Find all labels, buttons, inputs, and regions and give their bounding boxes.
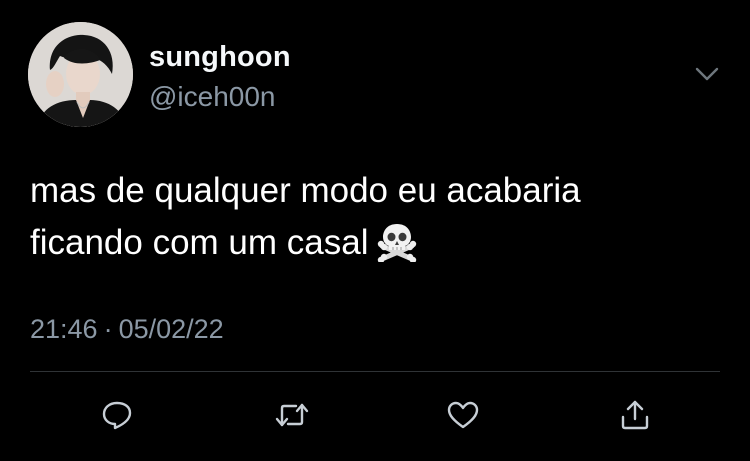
speech-bubble-icon (100, 399, 134, 436)
heart-icon (445, 399, 481, 436)
chevron-down-icon[interactable] (693, 64, 721, 84)
tweet-card: sunghoon @iceh00n mas de qualquer modo e… (0, 0, 750, 461)
tweet-time: 21:46 (30, 314, 98, 344)
tweet-text-line: ficando com um casal (30, 217, 720, 277)
tweet-text-line-content: ficando com um casal (30, 223, 369, 262)
reply-button[interactable] (92, 392, 142, 442)
retweet-icon (274, 400, 310, 435)
tweet-text: mas de qualquer modo eu acabaria ficando… (30, 165, 720, 277)
tweet-timestamp[interactable]: 21:46 · 05/02/22 (30, 312, 224, 346)
share-button[interactable] (610, 392, 660, 442)
share-icon (618, 398, 652, 437)
user-handle[interactable]: @iceh00n (149, 80, 276, 114)
skull-and-crossbones-icon (376, 222, 418, 277)
action-bar (0, 392, 750, 442)
divider (30, 371, 720, 372)
meta-separator: · (103, 314, 113, 344)
like-button[interactable] (438, 392, 488, 442)
tweet-text-line: mas de qualquer modo eu acabaria (30, 171, 581, 210)
display-name[interactable]: sunghoon (149, 40, 291, 74)
retweet-button[interactable] (267, 392, 317, 442)
avatar[interactable] (28, 22, 133, 127)
tweet-date: 05/02/22 (118, 314, 224, 344)
